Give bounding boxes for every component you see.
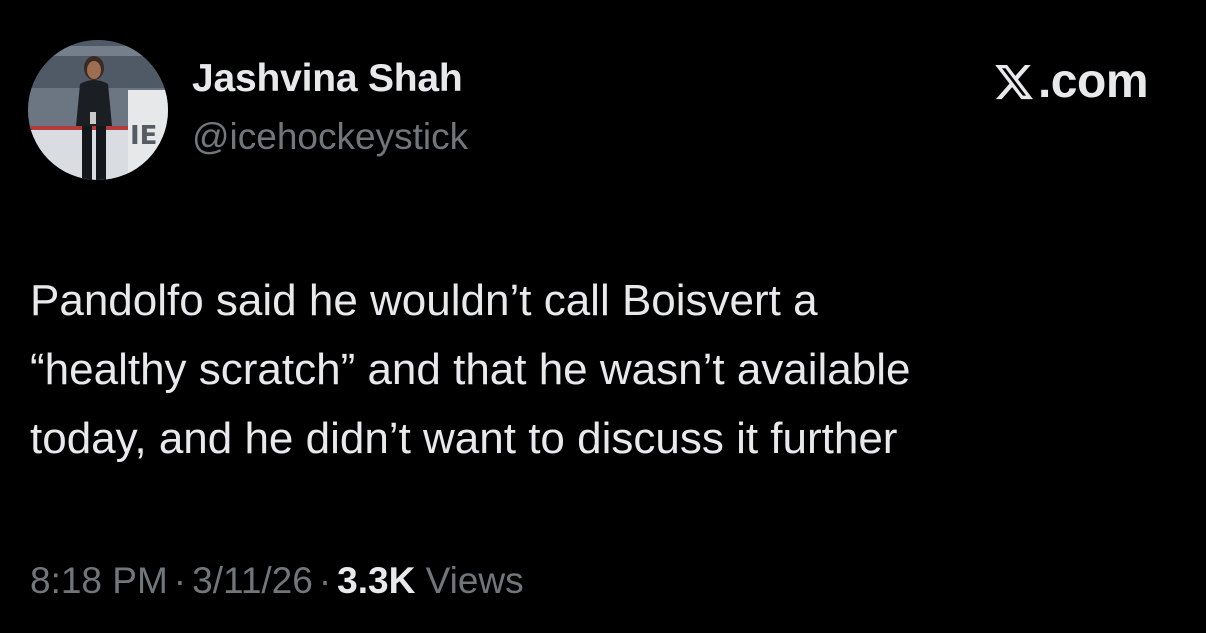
x-logo-icon — [995, 64, 1033, 100]
author-block: Jashvina Shah @icehockeystick — [192, 56, 468, 160]
svg-text:IE: IE — [130, 121, 157, 151]
tweet-meta: 8:18 PM · 3/11/26 · 3.3K Views — [30, 556, 524, 606]
author-display-name[interactable]: Jashvina Shah — [192, 56, 468, 102]
tweet-text: Pandolfo said he wouldn’t call Boisvert … — [30, 266, 1180, 473]
author-handle[interactable]: @icehockeystick — [192, 114, 468, 160]
brand-watermark: .com — [992, 54, 1149, 110]
tweet-card: IE Jashvina Shah @icehockeystick .com Pa… — [0, 0, 1206, 633]
tweet-date[interactable]: 3/11/26 — [192, 560, 313, 601]
tweet-time[interactable]: 8:18 PM — [30, 560, 168, 601]
views-label: Views — [425, 560, 524, 601]
views-count: 3.3K — [337, 560, 416, 601]
meta-separator: · — [173, 560, 187, 601]
avatar-photo: IE — [28, 40, 168, 180]
meta-separator: · — [318, 560, 332, 601]
tweet-text-line: “healthy scratch” and that he wasn’t ava… — [30, 345, 911, 394]
avatar[interactable]: IE — [28, 40, 168, 180]
brand-label: .com — [1037, 55, 1149, 108]
tweet-text-line: today, and he didn’t want to discuss it … — [30, 414, 898, 463]
tweet-text-line: Pandolfo said he wouldn’t call Boisvert … — [30, 276, 818, 325]
